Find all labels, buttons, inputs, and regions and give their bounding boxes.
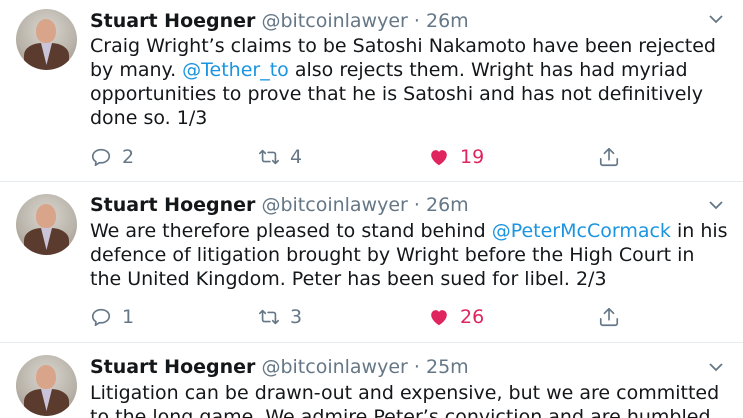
retweet-count: 4 <box>290 146 303 168</box>
heart-filled-icon <box>431 150 447 166</box>
separator: · <box>413 194 420 216</box>
timestamp[interactable]: 25m <box>426 356 469 378</box>
reply-icon <box>91 308 111 327</box>
tweet-text: We are therefore pleased to stand behind… <box>90 219 730 291</box>
tweet-text: Litigation can be drawn-out and expensiv… <box>90 381 730 418</box>
tweet-text-part: We are therefore pleased to stand behind <box>90 220 492 242</box>
separator: · <box>413 356 420 378</box>
separator: · <box>413 10 420 32</box>
author-handle[interactable]: @bitcoinlawyer <box>261 356 407 378</box>
like-button[interactable]: 19 <box>428 145 484 169</box>
like-count: 19 <box>460 146 485 168</box>
share-icon <box>599 147 619 167</box>
tweet-header: Stuart Hoegner @bitcoinlawyer · 26m <box>90 10 469 32</box>
tweet-text: Craig Wright’s claims to be Satoshi Naka… <box>90 34 730 130</box>
tweet[interactable]: Stuart Hoegner @bitcoinlawyer · 25m Liti… <box>0 342 743 418</box>
reply-icon <box>91 148 111 167</box>
avatar[interactable] <box>16 355 77 416</box>
reply-count: 2 <box>122 146 135 168</box>
author-name[interactable]: Stuart Hoegner <box>90 356 255 378</box>
like-count: 26 <box>460 306 485 328</box>
avatar[interactable] <box>16 9 77 70</box>
tweet-header: Stuart Hoegner @bitcoinlawyer · 26m <box>90 194 469 216</box>
reply-count: 1 <box>122 306 135 328</box>
timestamp[interactable]: 26m <box>426 194 469 216</box>
chevron-down-icon[interactable] <box>708 13 724 25</box>
retweet-button[interactable]: 4 <box>258 145 302 169</box>
retweet-icon <box>259 149 279 165</box>
heart-filled-icon <box>431 310 447 326</box>
tweet-actions: 1 3 26 <box>90 305 730 329</box>
author-handle[interactable]: @bitcoinlawyer <box>261 10 407 32</box>
author-name[interactable]: Stuart Hoegner <box>90 10 255 32</box>
tweet-actions: 2 4 19 <box>90 145 730 169</box>
mention-link[interactable]: @PeterMcCormack <box>492 220 671 242</box>
retweet-button[interactable]: 3 <box>258 305 302 329</box>
like-button[interactable]: 26 <box>428 305 484 329</box>
author-name[interactable]: Stuart Hoegner <box>90 194 255 216</box>
tweet[interactable]: Stuart Hoegner @bitcoinlawyer · 26m Crai… <box>0 0 743 182</box>
mention-link[interactable]: @Tether_to <box>182 59 289 81</box>
author-handle[interactable]: @bitcoinlawyer <box>261 194 407 216</box>
share-icon <box>599 307 619 327</box>
chevron-down-icon[interactable] <box>708 361 724 373</box>
reply-button[interactable]: 2 <box>90 145 134 169</box>
share-button[interactable] <box>598 305 620 329</box>
share-button[interactable] <box>598 145 620 169</box>
retweet-icon <box>259 309 279 325</box>
timestamp[interactable]: 26m <box>426 10 469 32</box>
tweet-text-part: Litigation can be drawn-out and expensiv… <box>90 382 720 418</box>
retweet-count: 3 <box>290 306 303 328</box>
chevron-down-icon[interactable] <box>708 199 724 211</box>
tweet-header: Stuart Hoegner @bitcoinlawyer · 25m <box>90 356 469 378</box>
tweet[interactable]: Stuart Hoegner @bitcoinlawyer · 26m We a… <box>0 181 743 343</box>
avatar[interactable] <box>16 194 77 255</box>
reply-button[interactable]: 1 <box>90 305 134 329</box>
